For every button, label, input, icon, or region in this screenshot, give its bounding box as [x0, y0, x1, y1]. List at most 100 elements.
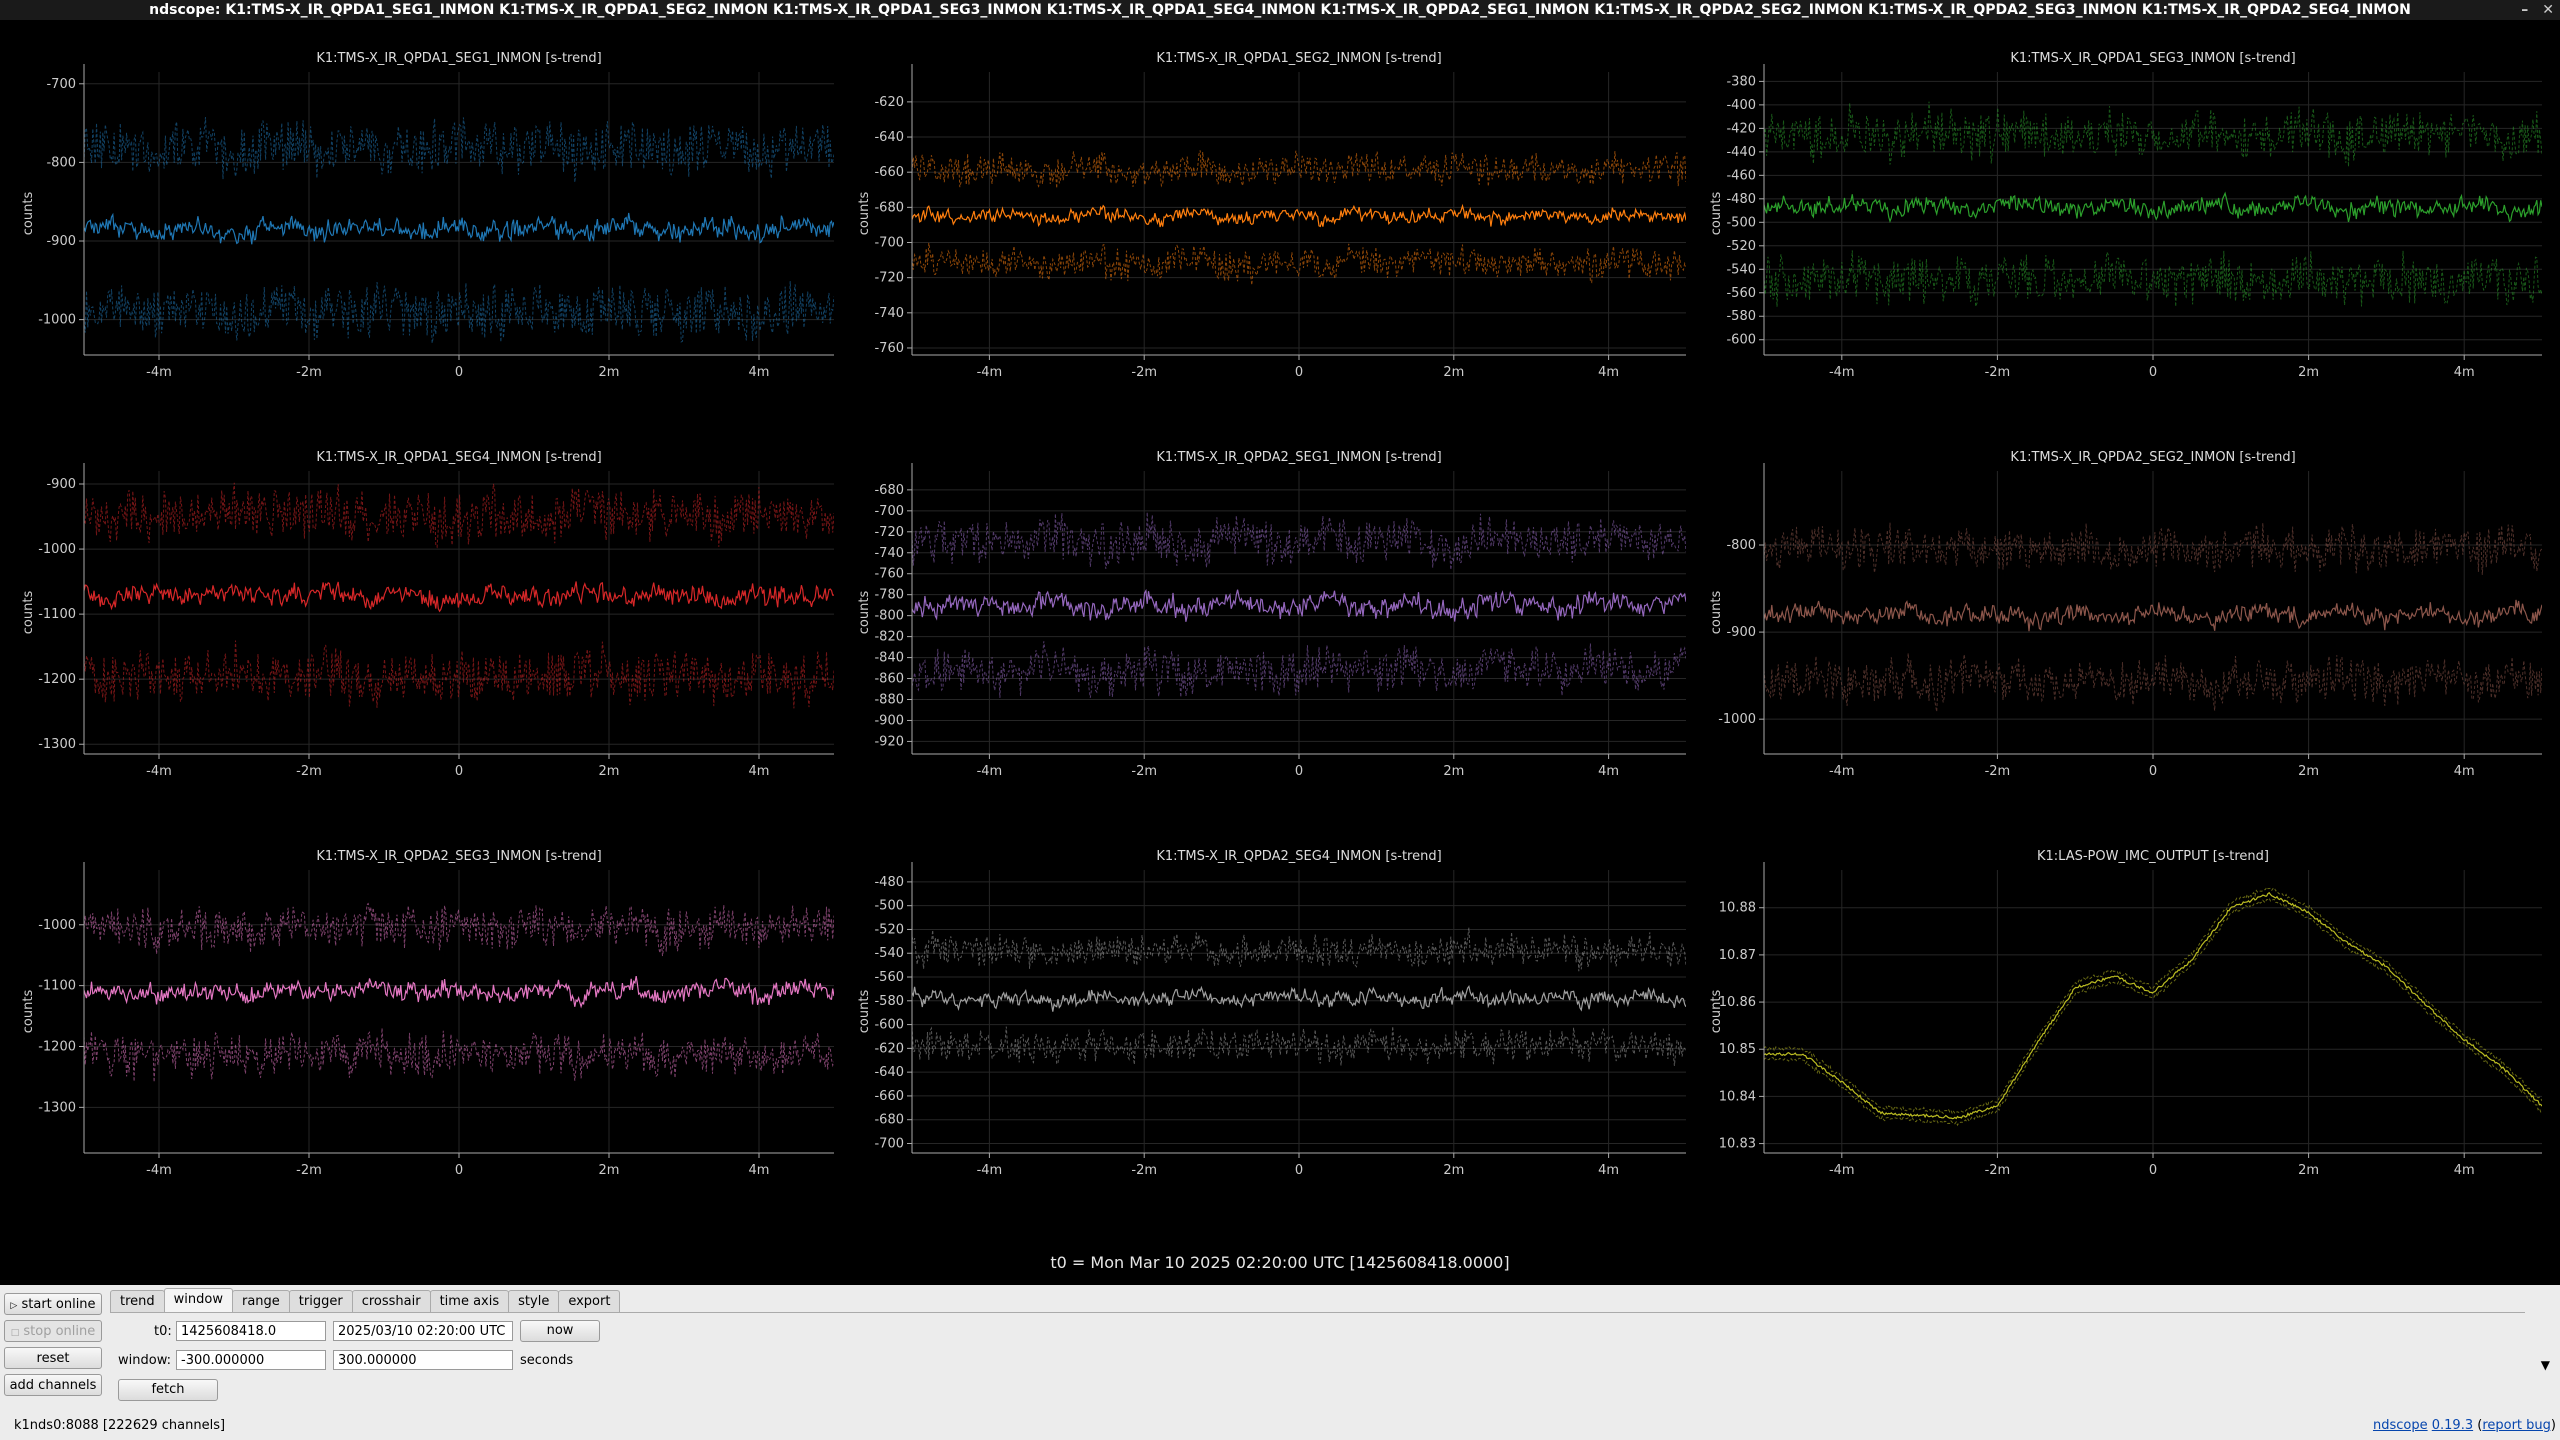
stop-online-label: stop online — [23, 1324, 96, 1339]
report-bug-link[interactable]: report bug — [2482, 1418, 2551, 1433]
x-tick-label: -4m — [977, 764, 1003, 779]
x-tick-label: 2m — [2298, 1163, 2319, 1178]
tab-export[interactable]: export — [558, 1290, 621, 1313]
t0-utc-input[interactable]: 2025/03/10 02:20:00 UTC — [333, 1321, 513, 1341]
t0-label: t0 = Mon Mar 10 2025 02:20:00 UTC [14256… — [1050, 1253, 1510, 1272]
status-bar: k1nds0:8088 [222629 channels] — [14, 1418, 226, 1433]
x-tick-label: -2m — [1131, 764, 1157, 779]
ndscope-link[interactable]: ndscope — [2373, 1418, 2428, 1433]
tab-trend[interactable]: trend — [110, 1290, 165, 1313]
y-tick-label: -700 — [46, 77, 76, 92]
plot-5[interactable]: K1:TMS-X_IR_QPDA2_SEG1_INMON [s-trend] -6… — [852, 419, 1704, 818]
x-tick-label: -2m — [296, 365, 322, 380]
y-tick-label: -760 — [874, 341, 904, 356]
plot-1[interactable]: K1:TMS-X_IR_QPDA1_SEG1_INMON [s-trend] -7… — [0, 20, 852, 419]
y-tick-label: -600 — [874, 1018, 904, 1033]
plot-canvas[interactable]: K1:TMS-X_IR_QPDA1_SEG2_INMON [s-trend] -6… — [852, 20, 1704, 419]
minimize-icon[interactable]: – — [2521, 0, 2528, 20]
y-axis-label: counts — [857, 990, 872, 1034]
x-tick-label: 0 — [455, 1163, 463, 1178]
y-tick-label: -720 — [874, 525, 904, 540]
y-axis-label: counts — [857, 591, 872, 635]
now-button[interactable]: now — [520, 1320, 600, 1342]
tab-crosshair[interactable]: crosshair — [351, 1290, 431, 1313]
y-tick-label: -880 — [874, 692, 904, 707]
control-panel: ▷ start online □ stop online reset add c… — [0, 1285, 2560, 1440]
y-tick-label: -580 — [874, 994, 904, 1009]
y-tick-label: -680 — [874, 200, 904, 215]
y-tick-label: -780 — [874, 588, 904, 603]
window-start-input[interactable]: -300.000000 — [176, 1350, 326, 1370]
x-tick-label: 0 — [1295, 764, 1303, 779]
plot-6[interactable]: K1:TMS-X_IR_QPDA2_SEG2_INMON [s-trend] -8… — [1704, 419, 2560, 818]
plot-canvas[interactable]: K1:TMS-X_IR_QPDA2_SEG4_INMON [s-trend] -4… — [852, 818, 1704, 1217]
window-end-input[interactable]: 300.000000 — [333, 1350, 513, 1370]
y-tick-label: -1200 — [38, 1039, 76, 1054]
plot-canvas[interactable]: K1:TMS-X_IR_QPDA1_SEG3_INMON [s-trend] -3… — [1704, 20, 2560, 419]
fetch-button[interactable]: fetch — [118, 1379, 218, 1401]
tab-divider — [110, 1312, 2525, 1313]
y-tick-label: -480 — [874, 875, 904, 890]
y-tick-label: -1000 — [38, 313, 76, 328]
plot-3[interactable]: K1:TMS-X_IR_QPDA1_SEG3_INMON [s-trend] -3… — [1704, 20, 2560, 419]
plot-title: K1:TMS-X_IR_QPDA1_SEG1_INMON [s-trend] — [316, 51, 601, 66]
y-tick-label: -660 — [874, 1089, 904, 1104]
t0-gps-input[interactable]: 1425608418.0 — [176, 1321, 326, 1341]
x-tick-label: -2m — [1131, 365, 1157, 380]
plot-canvas[interactable]: K1:TMS-X_IR_QPDA2_SEG2_INMON [s-trend] -8… — [1704, 419, 2560, 818]
x-tick-label: -4m — [146, 365, 172, 380]
y-tick-label: -840 — [874, 651, 904, 666]
y-tick-label: -800 — [874, 609, 904, 624]
x-tick-label: 2m — [1443, 365, 1464, 380]
plot-canvas[interactable]: K1:TMS-X_IR_QPDA2_SEG1_INMON [s-trend] -6… — [852, 419, 1704, 818]
x-tick-label: 4m — [1598, 764, 1619, 779]
x-tick-label: 0 — [2149, 365, 2157, 380]
x-tick-label: 2m — [599, 365, 620, 380]
tab-style[interactable]: style — [508, 1290, 560, 1313]
x-tick-label: 4m — [2454, 1163, 2475, 1178]
reset-button[interactable]: reset — [4, 1347, 102, 1369]
tab-trigger[interactable]: trigger — [288, 1290, 353, 1313]
plot-title: K1:TMS-X_IR_QPDA2_SEG1_INMON [s-trend] — [1156, 450, 1441, 465]
x-tick-label: 2m — [599, 764, 620, 779]
y-tick-label: -1000 — [38, 918, 76, 933]
plot-2[interactable]: K1:TMS-X_IR_QPDA1_SEG2_INMON [s-trend] -6… — [852, 20, 1704, 419]
tab-range[interactable]: range — [231, 1290, 290, 1313]
play-icon: ▷ — [10, 1301, 18, 1311]
tab-window[interactable]: window — [163, 1288, 233, 1313]
y-tick-label: 10.85 — [1719, 1042, 1756, 1057]
x-tick-label: 4m — [1598, 365, 1619, 380]
version-link[interactable]: 0.19.3 — [2432, 1418, 2473, 1433]
y-tick-label: -640 — [874, 1065, 904, 1080]
y-tick-label: -900 — [46, 234, 76, 249]
y-tick-label: -680 — [874, 1113, 904, 1128]
x-tick-label: -4m — [1829, 365, 1855, 380]
plot-9[interactable]: K1:LAS-POW_IMC_OUTPUT [s-trend] 10.83 10.8… — [1704, 818, 2560, 1217]
plot-title: K1:TMS-X_IR_QPDA2_SEG3_INMON [s-trend] — [316, 849, 601, 864]
x-tick-label: 0 — [455, 365, 463, 380]
close-icon[interactable]: ✕ — [2542, 0, 2554, 20]
plot-canvas[interactable]: K1:TMS-X_IR_QPDA1_SEG1_INMON [s-trend] -7… — [0, 20, 852, 419]
y-tick-label: 10.88 — [1719, 901, 1756, 916]
add-channels-button[interactable]: add channels — [4, 1374, 102, 1396]
stop-online-button[interactable]: □ stop online — [4, 1320, 102, 1342]
expand-arrow-icon[interactable]: ▼ — [2541, 1358, 2550, 1372]
plot-4[interactable]: K1:TMS-X_IR_QPDA1_SEG4_INMON [s-trend] -9… — [0, 419, 852, 818]
plot-canvas[interactable]: K1:LAS-POW_IMC_OUTPUT [s-trend] 10.83 10.8… — [1704, 818, 2560, 1217]
y-tick-label: -720 — [874, 271, 904, 286]
x-tick-label: 0 — [1295, 1163, 1303, 1178]
tab-time-axis[interactable]: time axis — [429, 1290, 510, 1313]
plot-7[interactable]: K1:TMS-X_IR_QPDA2_SEG3_INMON [s-trend] -1… — [0, 818, 852, 1217]
start-online-button[interactable]: ▷ start online — [4, 1293, 102, 1315]
y-tick-label: -380 — [1726, 74, 1756, 89]
version-info: ndscope 0.19.3 (report bug) — [2372, 1418, 2556, 1433]
y-tick-label: -900 — [46, 477, 76, 492]
y-tick-label: -700 — [874, 1136, 904, 1151]
y-tick-label: -580 — [1726, 309, 1756, 324]
plot-8[interactable]: K1:TMS-X_IR_QPDA2_SEG4_INMON [s-trend] -4… — [852, 818, 1704, 1217]
y-tick-label: -540 — [874, 946, 904, 961]
x-tick-label: -4m — [977, 365, 1003, 380]
plot-canvas[interactable]: K1:TMS-X_IR_QPDA2_SEG3_INMON [s-trend] -1… — [0, 818, 852, 1217]
plot-canvas[interactable]: K1:TMS-X_IR_QPDA1_SEG4_INMON [s-trend] -9… — [0, 419, 852, 818]
y-axis-label: counts — [1709, 192, 1724, 236]
